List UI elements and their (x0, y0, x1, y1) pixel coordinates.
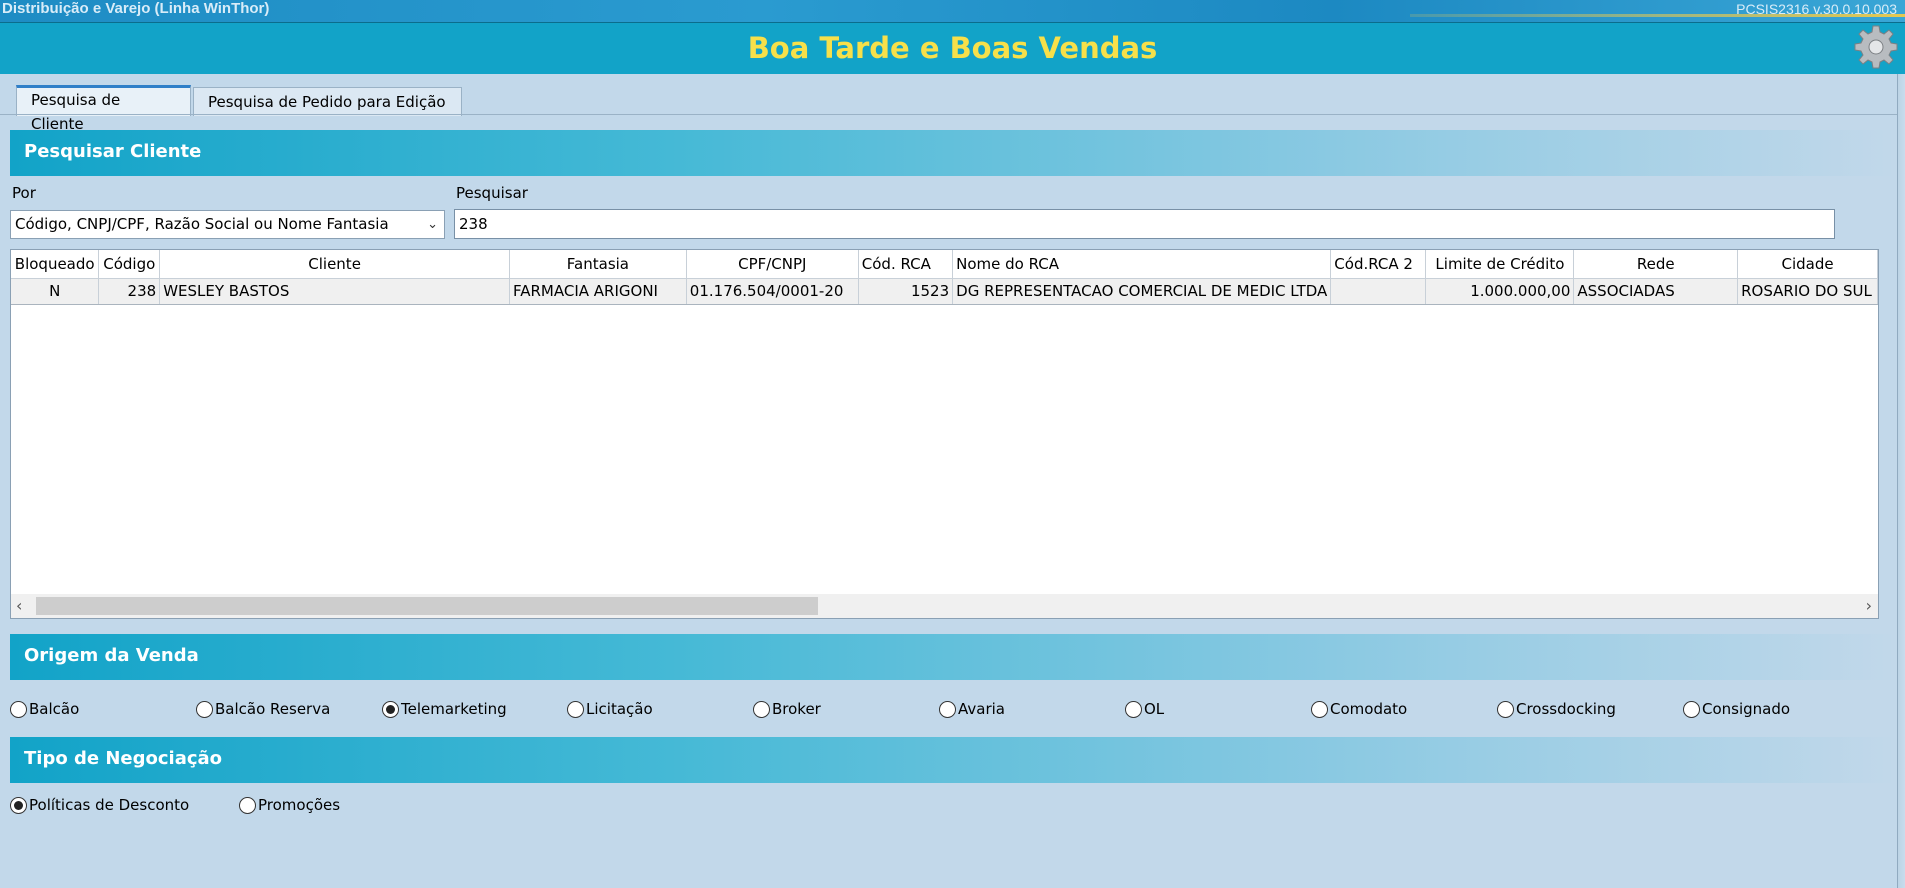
search-by-select[interactable]: Código, CNPJ/CPF, Razão Social ou Nome F… (10, 210, 445, 239)
table-row[interactable]: N 238 WESLEY BASTOS FARMACIA ARIGONI 01.… (11, 278, 1878, 305)
scroll-right-icon[interactable]: › (1866, 596, 1872, 615)
col-cpf-cnpj[interactable]: CPF/CNPJ (686, 250, 859, 279)
radio-balcao[interactable]: Balcão (10, 698, 79, 720)
radio-consignado[interactable]: Consignado (1683, 698, 1790, 720)
radio-broker[interactable]: Broker (753, 698, 821, 720)
col-cliente[interactable]: Cliente (159, 250, 510, 279)
radio-balcao-reserva[interactable]: Balcão Reserva (196, 698, 330, 720)
radio-crossdocking[interactable]: Crossdocking (1497, 698, 1616, 720)
window-title-bar: Distribuição e Varejo (Linha WinThor) PC… (0, 0, 1905, 22)
por-label: Por (12, 184, 36, 202)
cell-rede: ASSOCIADAS (1573, 278, 1739, 305)
cell-cpf-cnpj: 01.176.504/0001-20 (686, 278, 859, 305)
grid-header-row: Bloqueado Código Cliente Fantasia CPF/CN… (11, 250, 1878, 279)
tab-bar: Pesquisa de Cliente Pesquisa de Pedido p… (0, 74, 1897, 133)
pesquisar-label: Pesquisar (456, 184, 528, 202)
col-fantasia[interactable]: Fantasia (509, 250, 687, 279)
col-codigo[interactable]: Código (98, 250, 161, 279)
welcome-header: Boa Tarde e Boas Vendas (0, 22, 1905, 74)
col-cod-rca-2[interactable]: Cód.RCA 2 (1330, 250, 1427, 279)
section-title: Origem da Venda (24, 645, 199, 666)
search-input[interactable] (454, 209, 1835, 239)
col-limite-credito[interactable]: Limite de Crédito (1425, 250, 1575, 279)
col-rede[interactable]: Rede (1573, 250, 1739, 279)
horizontal-scrollbar[interactable]: ‹ › (11, 594, 1878, 618)
cell-cidade: ROSARIO DO SUL (1737, 278, 1878, 305)
app-title: Distribuição e Varejo (Linha WinThor) (2, 0, 270, 17)
radio-telemarketing[interactable]: Telemarketing (382, 698, 507, 720)
scrollbar-thumb[interactable] (36, 597, 818, 615)
section-pesquisar-cliente: Pesquisar Cliente (10, 130, 1897, 176)
tab-pesquisa-cliente[interactable]: Pesquisa de Cliente (16, 85, 191, 133)
col-nome-rca[interactable]: Nome do RCA (952, 250, 1332, 279)
cell-codigo: 238 (98, 278, 161, 305)
tab-pesquisa-pedido[interactable]: Pesquisa de Pedido para Edição (193, 87, 462, 116)
clients-grid[interactable]: Bloqueado Código Cliente Fantasia CPF/CN… (10, 249, 1879, 619)
chevron-down-icon[interactable]: ⌄ (427, 211, 438, 238)
version-label: PCSIS2316 v.30.0.10.003 (1736, 1, 1897, 17)
cell-cod-rca-2 (1330, 278, 1427, 305)
section-title: Pesquisar Cliente (24, 141, 202, 162)
col-bloqueado[interactable]: Bloqueado (11, 250, 100, 279)
radio-avaria[interactable]: Avaria (939, 698, 1005, 720)
cell-nome-rca: DG REPRESENTACAO COMERCIAL DE MEDIC LTDA (952, 278, 1332, 305)
radio-comodato[interactable]: Comodato (1311, 698, 1407, 720)
radio-politicas-desconto[interactable]: Políticas de Desconto (10, 794, 189, 816)
radio-promocoes[interactable]: Promoções (239, 794, 340, 816)
section-origem-venda: Origem da Venda (10, 634, 1897, 680)
window-right-border (1897, 74, 1905, 888)
search-by-value: Código, CNPJ/CPF, Razão Social ou Nome F… (15, 215, 389, 233)
scroll-left-icon[interactable]: ‹ (16, 596, 22, 615)
section-title: Tipo de Negociação (24, 748, 223, 769)
gear-icon[interactable] (1853, 24, 1899, 70)
tab-divider (0, 114, 1897, 115)
cell-limite-credito: 1.000.000,00 (1425, 278, 1575, 305)
col-cidade[interactable]: Cidade (1737, 250, 1878, 279)
radio-licitacao[interactable]: Licitação (567, 698, 653, 720)
cell-cliente: WESLEY BASTOS (159, 278, 510, 305)
cell-bloqueado: N (11, 278, 100, 305)
welcome-message: Boa Tarde e Boas Vendas (747, 31, 1158, 65)
section-tipo-negociacao: Tipo de Negociação (10, 737, 1897, 783)
cell-fantasia: FARMACIA ARIGONI (509, 278, 687, 305)
cell-cod-rca: 1523 (858, 278, 954, 305)
radio-ol[interactable]: OL (1125, 698, 1164, 720)
col-cod-rca[interactable]: Cód. RCA (858, 250, 954, 279)
